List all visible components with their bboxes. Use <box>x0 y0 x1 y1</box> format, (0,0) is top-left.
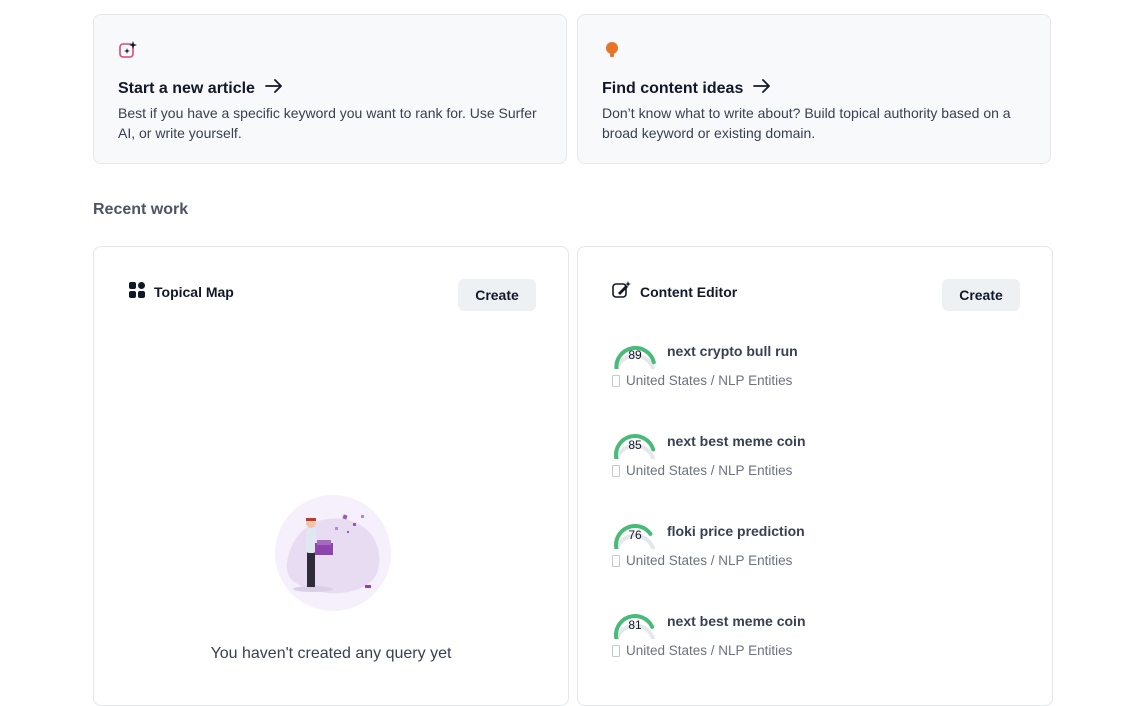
content-editor-header: Content Editor <box>612 281 737 302</box>
content-editor-panel: Content Editor Create 89 next crypto bul… <box>577 246 1053 706</box>
content-editor-title: Content Editor <box>640 283 738 300</box>
topical-map-title: Topical Map <box>154 283 234 300</box>
content-editor-item-title: next best meme coin <box>667 613 806 629</box>
content-editor-item-title: next crypto bull run <box>667 343 798 359</box>
device-icon <box>612 554 620 567</box>
content-editor-item-meta-text: United States / NLP Entities <box>626 643 793 658</box>
content-editor-item[interactable]: 81 next best meme coin United States / N… <box>612 609 1032 699</box>
topical-map-create-button[interactable]: Create <box>458 279 536 311</box>
find-content-ideas-description: Don’t know what to write about? Build to… <box>602 105 1011 141</box>
device-icon <box>612 464 620 477</box>
grid-icon <box>128 281 146 302</box>
content-editor-item-meta: United States / NLP Entities <box>612 553 792 568</box>
find-content-ideas-label: Find content ideas <box>602 79 744 97</box>
arrow-right-icon <box>265 79 283 98</box>
start-new-article-title: Start a new article <box>118 79 283 98</box>
lightbulb-icon <box>602 40 622 60</box>
empty-state-text: You haven't created any query yet <box>210 645 452 662</box>
start-new-article-label: Start a new article <box>118 79 255 97</box>
edit-sparkle-icon <box>612 281 632 302</box>
start-new-article-card[interactable]: Start a new article Best if you have a s… <box>93 14 567 164</box>
content-editor-create-button[interactable]: Create <box>942 279 1020 311</box>
content-editor-list: 89 next crypto bull run United States / … <box>612 339 1032 699</box>
score-value: 76 <box>628 528 642 542</box>
sparkle-square-icon <box>118 40 138 60</box>
find-content-ideas-title: Find content ideas <box>602 79 771 98</box>
recent-work-heading: Recent work <box>93 201 189 218</box>
content-editor-item[interactable]: 85 next best meme coin United States / N… <box>612 429 1032 519</box>
device-icon <box>612 374 620 387</box>
content-editor-item-title: next best meme coin <box>667 433 806 449</box>
content-editor-item-title: floki price prediction <box>667 523 805 539</box>
arrow-right-icon <box>753 79 771 98</box>
content-editor-item-meta: United States / NLP Entities <box>612 373 792 388</box>
start-new-article-description: Best if you have a specific keyword you … <box>118 105 537 141</box>
content-editor-item[interactable]: 89 next crypto bull run United States / … <box>612 339 1032 429</box>
find-content-ideas-card[interactable]: Find content ideas Don’t know what to wr… <box>577 14 1051 164</box>
content-editor-item-meta-text: United States / NLP Entities <box>626 373 793 388</box>
content-editor-item-meta: United States / NLP Entities <box>612 643 792 658</box>
content-editor-item-meta: United States / NLP Entities <box>612 463 792 478</box>
topical-map-header: Topical Map <box>128 281 234 302</box>
score-value: 89 <box>628 348 642 362</box>
score-value: 85 <box>628 438 642 452</box>
empty-state-illustration <box>273 493 393 613</box>
content-editor-item-meta-text: United States / NLP Entities <box>626 553 793 568</box>
device-icon <box>612 644 620 657</box>
topical-map-panel: Topical Map Create You haven't created a… <box>93 246 569 706</box>
content-editor-item[interactable]: 76 floki price prediction United States … <box>612 519 1032 609</box>
score-value: 81 <box>628 618 642 632</box>
content-editor-item-meta-text: United States / NLP Entities <box>626 463 793 478</box>
